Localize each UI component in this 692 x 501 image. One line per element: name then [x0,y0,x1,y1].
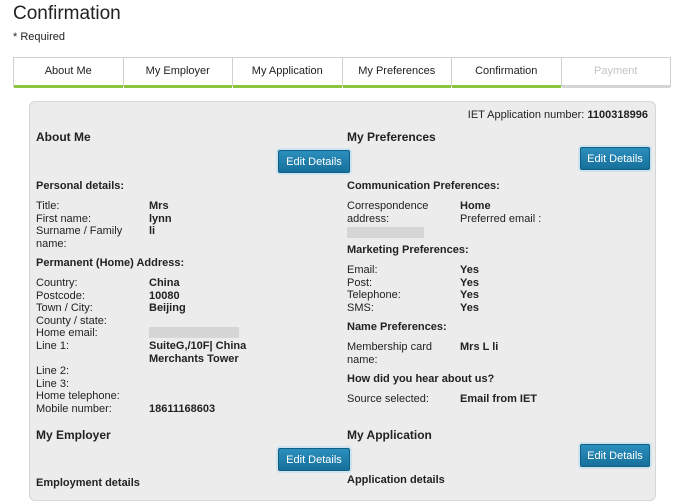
application-number-value: 1100318996 [587,109,648,121]
about-me-heading: About Me [36,130,91,144]
preferred-email-label: Preferred email : [460,213,542,225]
name-preferences-heading: Name Preferences: [347,321,447,333]
required-note: * Required [13,31,65,43]
membership-card-label: Membership card name: [347,341,432,366]
about-me-edit-button[interactable]: Edit Details [278,150,350,173]
application-details-heading: Application details [347,474,445,486]
line2-label: Line 2: [36,365,70,377]
title-value: Mrs [149,200,169,212]
wizard-tabs: About Me My Employer My Application My P… [13,57,671,88]
home-address-heading: Permanent (Home) Address: [36,257,185,269]
tab-payment: Payment [561,58,671,88]
tab-my-application[interactable]: My Application [233,58,343,88]
my-preferences-heading: My Preferences [347,130,436,144]
line1-label: Line 1: [36,340,70,352]
my-application-edit-button[interactable]: Edit Details [580,444,650,467]
communication-preferences-heading: Communication Preferences: [347,180,500,192]
tab-about-me[interactable]: About Me [14,58,124,88]
employment-details-heading: Employment details [36,477,140,489]
town-value: Beijing [149,302,186,314]
my-employer-edit-button[interactable]: Edit Details [278,448,350,471]
home-email-redacted [149,327,239,338]
correspondence-label: Correspondence address: [347,200,429,225]
tab-my-employer[interactable]: My Employer [123,58,233,88]
marketing-telephone-value: Yes [460,289,479,301]
town-label: Town / City: [36,302,93,314]
confirmation-panel: IET Application number: 1100318996 About… [29,101,656,501]
tab-confirmation[interactable]: Confirmation [452,58,562,88]
application-number: IET Application number: 1100318996 [468,109,648,121]
marketing-sms-value: Yes [460,302,479,314]
postcode-label: Postcode: [36,290,85,302]
country-value: China [149,277,180,289]
preferred-email-redacted [347,227,424,238]
application-number-label: IET Application number: [467,109,585,121]
first-name-value: lynn [149,213,172,225]
tab-my-preferences[interactable]: My Preferences [342,58,452,88]
source-value: Email from IET [460,393,538,405]
source-label: Source selected: [347,393,429,405]
country-label: Country: [36,277,78,289]
my-application-heading: My Application [347,428,432,442]
correspondence-value: Home [460,200,491,212]
surname-label: Surname / Family name: [36,225,123,250]
personal-details-heading: Personal details: [36,180,125,192]
mobile-label: Mobile number: [36,403,112,415]
line1-value: SuiteG,/10F| China Merchants Tower [149,340,247,365]
marketing-email-value: Yes [460,264,479,276]
membership-card-value: Mrs L li [460,341,499,353]
surname-value: li [149,225,156,237]
county-label: County / state: [36,315,107,327]
marketing-email-label: Email: [347,264,378,276]
how-did-you-hear-heading: How did you hear about us? [347,373,495,385]
first-name-label: First name: [36,213,92,225]
my-employer-heading: My Employer [36,428,111,442]
marketing-preferences-heading: Marketing Preferences: [347,244,469,256]
marketing-post-value: Yes [460,277,479,289]
title-label: Title: [36,200,60,212]
postcode-value: 10080 [149,290,180,302]
home-email-label: Home email: [36,327,98,339]
line3-label: Line 3: [36,378,70,390]
marketing-telephone-label: Telephone: [347,289,401,301]
page-title: Confirmation [13,3,121,24]
marketing-sms-label: SMS: [347,302,374,314]
preferences-edit-button[interactable]: Edit Details [580,147,650,170]
marketing-post-label: Post: [347,277,373,289]
home-phone-label: Home telephone: [36,390,120,402]
mobile-value: 18611168603 [149,403,216,415]
